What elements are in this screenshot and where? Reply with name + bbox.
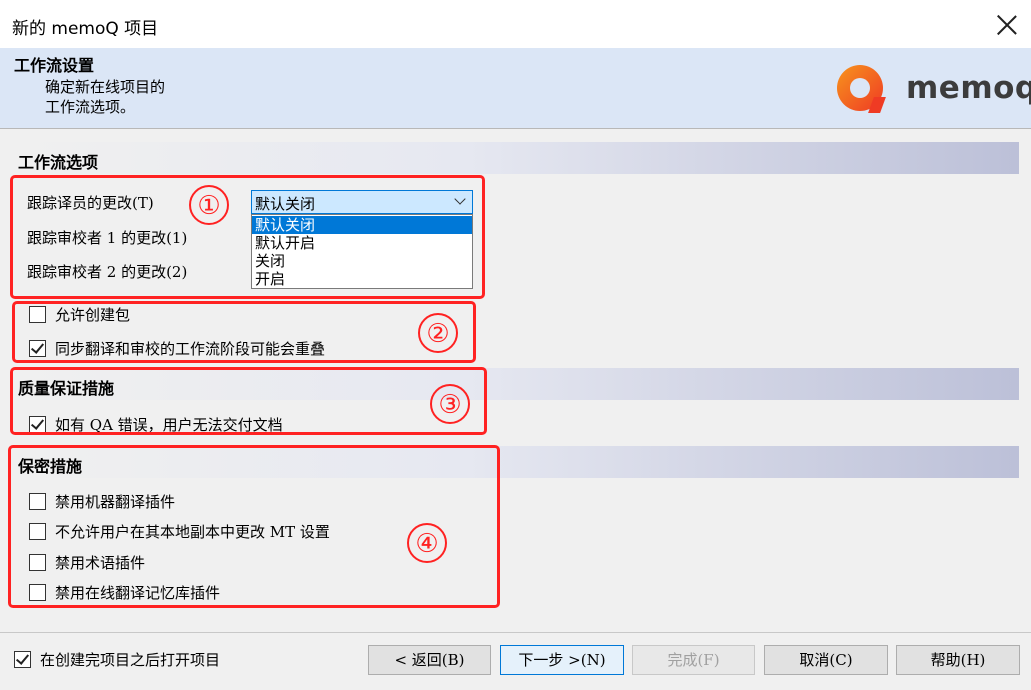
cancel-button[interactable]: 取消(C) — [764, 645, 888, 675]
annotation-number-4: ④ — [407, 523, 447, 563]
footer-divider — [0, 632, 1031, 633]
open-after-create-checkbox[interactable] — [14, 651, 31, 668]
annotation-number-2: ② — [418, 313, 458, 353]
page-description: 确定新在线项目的 工作流选项。 — [45, 78, 166, 116]
open-after-create-label: 在创建完项目之后打开项目 — [40, 651, 221, 669]
back-button[interactable]: < 返回(B) — [368, 645, 491, 675]
section-workflow-options: 工作流选项 — [14, 142, 1019, 174]
memoq-logo-text: memoq — [906, 70, 1031, 106]
window-title: 新的 memoQ 项目 — [12, 19, 159, 39]
annotation-box-2 — [12, 301, 476, 363]
page-title: 工作流设置 — [14, 56, 95, 75]
header-divider — [0, 128, 1031, 129]
close-icon[interactable] — [996, 14, 1018, 36]
finish-button[interactable]: 完成(F) — [632, 645, 755, 675]
annotation-box-3 — [10, 367, 487, 435]
next-button[interactable]: 下一步 >(N) — [500, 645, 624, 675]
annotation-number-1: ① — [189, 185, 229, 225]
section-title: 工作流选项 — [18, 153, 99, 172]
annotation-box-1 — [10, 175, 485, 299]
annotation-number-3: ③ — [430, 384, 470, 424]
help-button[interactable]: 帮助(H) — [896, 645, 1020, 675]
